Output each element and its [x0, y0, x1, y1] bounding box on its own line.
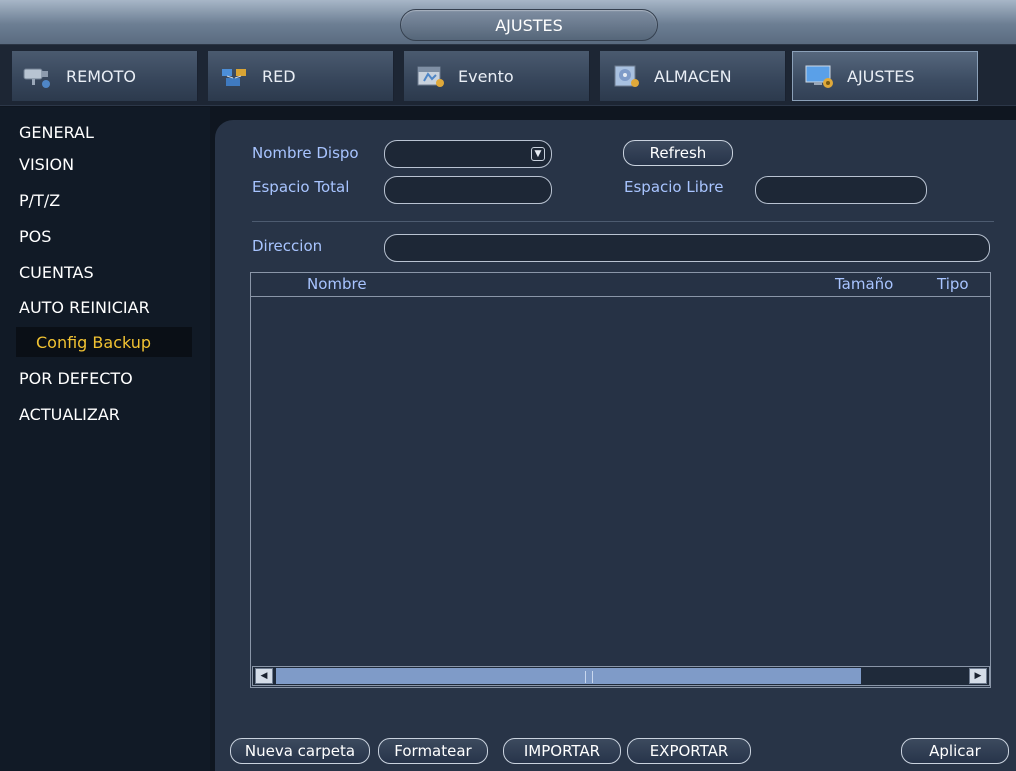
camera-icon	[22, 63, 56, 89]
sidebar-item-general[interactable]: GENERAL	[0, 117, 174, 147]
scrollbar-thumb[interactable]	[276, 668, 861, 684]
sidebar-item-actualizar[interactable]: ACTUALIZAR	[0, 399, 174, 429]
tab-label: Evento	[458, 66, 514, 86]
tab-almacen[interactable]: ALMACEN	[600, 51, 786, 101]
settings-monitor-icon	[803, 63, 837, 89]
tab-remoto[interactable]: REMOTO	[12, 51, 198, 101]
tab-bar: REMOTO RED Evento ALMACEN AJUSTES	[0, 45, 1016, 106]
storage-icon	[610, 63, 644, 89]
horizontal-scrollbar[interactable]: ◀ ▶	[252, 666, 990, 686]
sidebar-item-cuentas[interactable]: CUENTAS	[0, 257, 174, 287]
tab-label: ALMACEN	[654, 66, 732, 86]
sidebar-item-ptz[interactable]: P/T/Z	[0, 185, 174, 215]
apply-button[interactable]: Aplicar	[901, 738, 1009, 764]
scrollbar-grip-icon	[585, 671, 593, 683]
export-button[interactable]: EXPORTAR	[627, 738, 751, 764]
network-icon	[218, 63, 252, 89]
tab-label: RED	[262, 66, 296, 86]
column-header-tipo[interactable]: Tipo	[937, 275, 969, 293]
new-folder-button[interactable]: Nueva carpeta	[230, 738, 370, 764]
address-field[interactable]	[384, 234, 990, 262]
divider	[252, 221, 994, 222]
free-space-field	[755, 176, 927, 204]
table-header: Nombre Tamaño Tipo	[251, 273, 990, 297]
event-icon	[414, 63, 448, 89]
column-header-tamano[interactable]: Tamaño	[835, 275, 893, 293]
title-bar: AJUSTES	[0, 0, 1016, 45]
tab-label: AJUSTES	[847, 66, 915, 86]
tab-ajustes[interactable]: AJUSTES	[792, 51, 978, 101]
address-label: Direccion	[252, 237, 323, 255]
refresh-button[interactable]: Refresh	[623, 140, 733, 166]
scroll-right-icon[interactable]: ▶	[969, 668, 987, 684]
column-header-nombre[interactable]: Nombre	[307, 275, 367, 293]
window-title: AJUSTES	[400, 9, 658, 41]
tab-evento[interactable]: Evento	[404, 51, 590, 101]
sidebar-item-por-defecto[interactable]: POR DEFECTO	[0, 363, 174, 393]
sidebar-item-pos[interactable]: POS	[0, 221, 174, 251]
scroll-left-icon[interactable]: ◀	[255, 668, 273, 684]
sidebar-item-auto-reiniciar[interactable]: AUTO REINICIAR	[0, 292, 174, 322]
tab-red[interactable]: RED	[208, 51, 394, 101]
import-button[interactable]: IMPORTAR	[503, 738, 621, 764]
chevron-down-icon[interactable]: ▼	[531, 147, 545, 161]
device-name-dropdown[interactable]: ▼	[384, 140, 552, 168]
file-table[interactable]: Nombre Tamaño Tipo	[250, 272, 991, 688]
sidebar-item-vision[interactable]: VISION	[0, 149, 174, 179]
sidebar-item-config-backup[interactable]: Config Backup	[16, 327, 192, 357]
total-space-label: Espacio Total	[252, 178, 350, 196]
total-space-field	[384, 176, 552, 204]
tab-label: REMOTO	[66, 66, 136, 86]
sidebar: GENERAL VISION P/T/Z POS CUENTAS AUTO RE…	[0, 107, 210, 771]
format-button[interactable]: Formatear	[378, 738, 488, 764]
device-name-label: Nombre Dispo	[252, 144, 359, 162]
free-space-label: Espacio Libre	[624, 178, 724, 196]
config-backup-panel: Nombre Dispo ▼ Refresh Espacio Total Esp…	[215, 120, 1016, 771]
